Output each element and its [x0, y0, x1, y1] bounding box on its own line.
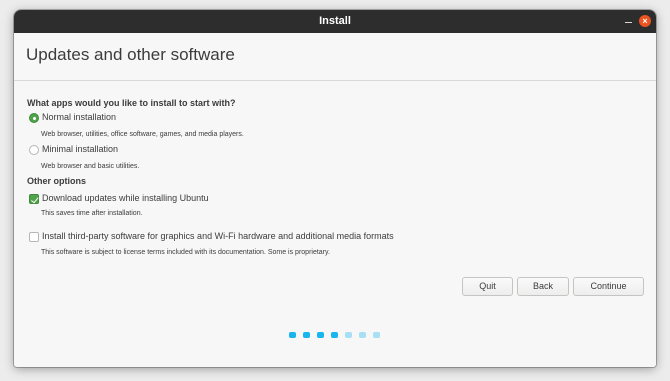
installer-window: Install × Updates and other software Wha…	[14, 10, 656, 367]
normal-installation-label: Normal installation	[42, 112, 117, 122]
close-icon[interactable]: ×	[639, 15, 651, 27]
radio-selected-icon[interactable]	[29, 113, 39, 123]
page-header: Updates and other software	[14, 33, 656, 81]
progress-step-dot	[359, 332, 366, 338]
back-button[interactable]: Back	[517, 277, 569, 296]
third-party-software-description: This software is subject to license term…	[41, 249, 330, 256]
radio-unselected-icon[interactable]	[29, 145, 39, 155]
normal-installation-description: Web browser, utilities, office software,…	[41, 131, 244, 138]
page-title: Updates and other software	[26, 45, 235, 64]
download-updates-description: This saves time after installation.	[41, 210, 143, 217]
apps-question: What apps would you like to install to s…	[27, 98, 236, 108]
minimal-installation-description: Web browser and basic utilities.	[41, 163, 140, 170]
third-party-software-label: Install third-party software for graphic…	[42, 231, 394, 241]
progress-step-dot	[303, 332, 310, 338]
progress-step-dot	[317, 332, 324, 338]
download-updates-label: Download updates while installing Ubuntu	[42, 193, 209, 203]
window-title: Install	[319, 15, 351, 27]
other-options-heading: Other options	[27, 176, 86, 186]
checkbox-unchecked-icon[interactable]	[29, 232, 39, 242]
progress-step-dot	[289, 332, 296, 338]
progress-step-dot	[331, 332, 338, 338]
minimal-installation-label: Minimal installation	[42, 144, 119, 154]
main-content: What apps would you like to install to s…	[14, 81, 656, 367]
quit-button[interactable]: Quit	[462, 277, 513, 296]
progress-step-dot	[345, 332, 352, 338]
title-bar[interactable]: Install ×	[14, 10, 656, 33]
checkbox-checked-icon[interactable]	[29, 194, 39, 204]
minimize-icon[interactable]	[622, 15, 634, 27]
continue-button[interactable]: Continue	[573, 277, 644, 296]
progress-step-dot	[373, 332, 380, 338]
